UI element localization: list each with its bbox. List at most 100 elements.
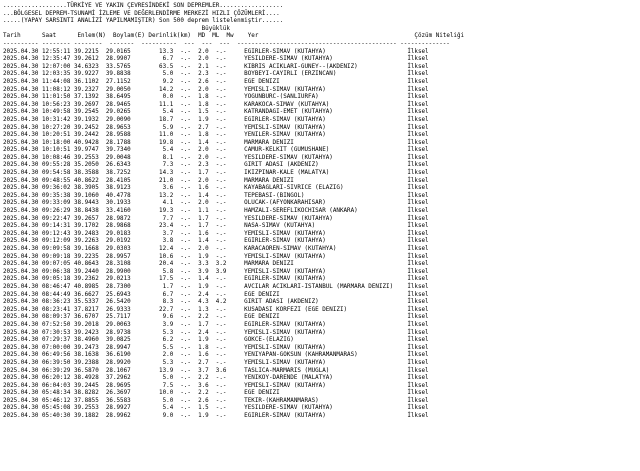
table-row: 2025.04.30 11:44:08 36.1102 27.1152 9.2 … xyxy=(3,79,464,87)
row-lon: 30.1933 xyxy=(102,200,135,207)
row-ml: 2.0 xyxy=(194,56,213,63)
row-mw: -.- xyxy=(212,359,230,366)
row-place: YENILER-SIMAV (KUTAHYA) xyxy=(230,132,408,139)
row-place: EGE DENIZI xyxy=(230,78,408,85)
row-lon: 26.5420 xyxy=(102,299,135,306)
row-md: -.- xyxy=(176,283,195,290)
row-lon: 28.9900 xyxy=(102,268,135,275)
row-ml: 1.9 xyxy=(194,413,213,420)
row-md: -.- xyxy=(176,170,195,177)
row-date: 2025.04.30 xyxy=(3,405,43,412)
row-time: 08:09:37 xyxy=(42,314,74,321)
row-quality: İlksel xyxy=(407,390,429,397)
row-date: 2025.04.30 xyxy=(3,139,43,146)
row-mw: -.- xyxy=(212,78,230,85)
row-quality: İlksel xyxy=(407,86,429,93)
row-mw: -.- xyxy=(212,177,230,184)
row-lat: 39.2445 xyxy=(73,382,103,389)
row-md: -.- xyxy=(176,238,195,245)
col-lon: Boylam(E) xyxy=(112,33,145,40)
row-time: 08:36:23 xyxy=(42,299,74,306)
row-ml: 2.3 xyxy=(194,71,213,78)
row-md: -.- xyxy=(176,375,195,382)
table-row: 2025.04.30 12:03:35 39.9227 39.8838 5.0 … xyxy=(3,71,464,79)
row-time: 05:45:08 xyxy=(42,405,74,412)
row-lat: 40.8643 xyxy=(73,261,103,268)
row-mw: -.- xyxy=(212,291,230,298)
row-lat: 39.2018 xyxy=(73,321,103,328)
row-lat: 39.1932 xyxy=(73,116,103,123)
row-time: 07:30:53 xyxy=(42,329,74,336)
table-row: 2025.04.30 10:27:20 39.2452 28.9653 5.9 … xyxy=(3,125,464,133)
row-place: EGE DENIZI xyxy=(230,390,408,397)
row-md: -.- xyxy=(176,413,195,420)
row-date: 2025.04.30 xyxy=(3,200,43,207)
row-place: BOYBEYI-CAYIRLI (ERZINCAN) xyxy=(230,71,408,78)
row-lon: 28.9465 xyxy=(102,101,135,108)
row-lon: 26.9333 xyxy=(102,306,135,313)
row-place: YEMISLI-SIMAV (KUTAHYA) xyxy=(230,253,408,260)
row-quality: İlksel xyxy=(407,359,429,366)
row-quality: İlksel xyxy=(407,185,429,192)
row-place: CAMUR-KELKIT (GUMUSHANE) xyxy=(230,147,408,154)
row-ml: 1.1 xyxy=(194,208,213,215)
table-row: 2025.04.30 05:40:30 39.1882 28.9962 9.0 … xyxy=(3,413,464,421)
row-place: IKIZPINAR-KALE (MALATYA) xyxy=(230,170,408,177)
row-md: -.- xyxy=(176,94,195,101)
row-ml: 2.4 xyxy=(194,329,213,336)
row-date: 2025.04.30 xyxy=(3,261,43,268)
row-place: TEPEBASI-(BINGOL) xyxy=(230,192,408,199)
row-ml: 2.2 xyxy=(194,375,213,382)
row-md: -.- xyxy=(176,276,195,283)
row-lat: 39.9227 xyxy=(73,71,103,78)
row-lat: 36.6627 xyxy=(73,291,103,298)
row-lat: 39.2553 xyxy=(73,154,103,161)
row-depth: 5.9 xyxy=(134,124,177,131)
row-ml: 1.9 xyxy=(194,283,213,290)
row-time: 11:44:08 xyxy=(42,78,74,85)
row-depth: 5.3 xyxy=(134,359,177,366)
row-ml: 1.4 xyxy=(194,238,213,245)
table-row: 2025.04.30 09:14:31 39.1702 28.9868 23.4… xyxy=(3,223,464,231)
row-ml: 1.8 xyxy=(194,101,213,108)
row-date: 2025.04.30 xyxy=(3,223,43,230)
row-lon: 28.9927 xyxy=(102,405,135,412)
row-date: 2025.04.30 xyxy=(3,132,43,139)
row-depth: 3.7 xyxy=(134,230,177,237)
row-mw: -.- xyxy=(212,382,230,389)
row-ml: 3.6 xyxy=(194,382,213,389)
row-date: 2025.04.30 xyxy=(3,124,43,131)
row-depth: 13.2 xyxy=(134,192,177,199)
row-lon: 29.0213 xyxy=(102,276,135,283)
row-lon: 36.5583 xyxy=(102,397,135,404)
row-mw: -.- xyxy=(212,215,230,222)
row-date: 2025.04.30 xyxy=(3,109,43,116)
row-depth: 9.2 xyxy=(134,78,177,85)
row-mw: -.- xyxy=(212,413,230,420)
row-lon: 29.0090 xyxy=(102,116,135,123)
row-ml: 1.5 xyxy=(194,405,213,412)
row-md: -.- xyxy=(176,147,195,154)
row-lat: 39.1702 xyxy=(73,223,103,230)
row-quality: İlksel xyxy=(407,397,429,404)
row-date: 2025.04.30 xyxy=(3,329,43,336)
row-lat: 38.8282 xyxy=(73,390,103,397)
table-row: 2025.04.30 09:05:18 39.2362 29.0213 17.5… xyxy=(3,276,464,284)
row-time: 10:10:51 xyxy=(42,147,74,154)
row-quality: İlksel xyxy=(407,314,429,321)
row-md: -.- xyxy=(176,253,195,260)
row-time: 07:29:37 xyxy=(42,337,74,344)
row-md: -.- xyxy=(176,139,195,146)
col-quality: Çözüm Niteliği xyxy=(414,33,465,40)
row-depth: 13.3 xyxy=(134,48,177,55)
header-note: .....(YAPAY SARSINTI ANALİZİ YAPILMAMIŞT… xyxy=(3,18,284,25)
row-lon: 28.9920 xyxy=(102,359,135,366)
row-md: -.- xyxy=(176,352,195,359)
row-ml: 1.6 xyxy=(194,230,213,237)
row-lon: 36.6190 xyxy=(102,352,135,359)
row-quality: İlksel xyxy=(407,382,429,389)
row-time: 07:52:50 xyxy=(42,321,74,328)
row-time: 10:08:46 xyxy=(42,154,74,161)
row-quality: İlksel xyxy=(407,78,429,85)
row-time: 11:08:12 xyxy=(42,86,74,93)
